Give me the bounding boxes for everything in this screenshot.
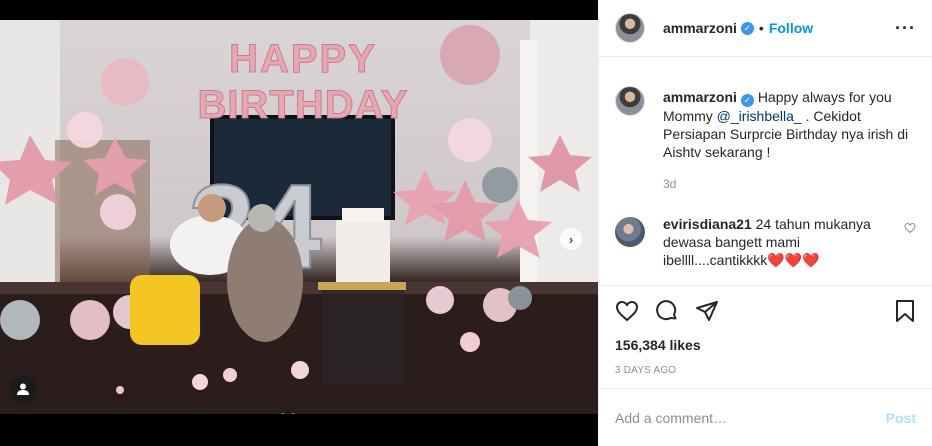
carousel-indicator xyxy=(280,413,296,414)
caption-mention[interactable]: @_irishbella_ xyxy=(717,108,802,124)
avatar[interactable] xyxy=(615,13,645,43)
chevron-right-icon: › xyxy=(568,231,574,247)
post-button[interactable]: Post xyxy=(886,410,916,426)
caption-time[interactable]: 3d xyxy=(663,175,916,193)
comment-bubble-icon[interactable] xyxy=(655,299,679,323)
post-side-panel: ammarzoni ✓ • Follow ··· ammarzoni ✓ Happ… xyxy=(598,0,932,446)
comment-username[interactable]: evirisdiana21 xyxy=(663,216,752,232)
post-photo[interactable]: HAPPY BIRTHDAY 24 › xyxy=(0,20,598,414)
carousel-dot-active xyxy=(280,413,286,414)
user-icon xyxy=(17,383,29,395)
user-tags-button[interactable] xyxy=(9,375,37,403)
comment-avatar[interactable] xyxy=(615,216,645,247)
caption-username[interactable]: ammarzoni xyxy=(663,89,737,105)
balloon-text-happy: HAPPY xyxy=(229,37,377,81)
verified-badge-icon: ✓ xyxy=(740,93,754,107)
caption: ammarzoni ✓ Happy always for you Mommy @_… xyxy=(615,72,916,193)
comment-text: evirisdiana21 24 tahun mukanya dewasa ba… xyxy=(663,215,893,269)
next-photo-button[interactable]: › xyxy=(560,228,582,250)
like-comment-heart-icon[interactable] xyxy=(904,221,916,239)
comment-composer: Post xyxy=(599,388,932,446)
comment-input[interactable] xyxy=(615,409,886,426)
bookmark-icon[interactable] xyxy=(894,299,916,323)
follow-button[interactable]: Follow xyxy=(769,20,813,36)
more-horizontal-icon[interactable]: ··· xyxy=(895,18,916,39)
header-username[interactable]: ammarzoni xyxy=(663,20,737,36)
posted-time[interactable]: 3 DAYS AGO xyxy=(615,365,676,376)
share-paper-plane-icon[interactable] xyxy=(695,299,719,323)
comment-emoji: ❤️❤️❤️ xyxy=(767,251,820,268)
carousel-dot xyxy=(290,413,296,414)
caption-text: ammarzoni ✓ Happy always for you Mommy @_… xyxy=(663,88,916,193)
caption-avatar[interactable] xyxy=(615,86,645,116)
comments-list: ammarzoni ✓ Happy always for you Mommy @_… xyxy=(615,72,916,269)
header-separator: • xyxy=(758,20,764,36)
birthday-scene: HAPPY BIRTHDAY 24 xyxy=(0,20,598,414)
verified-badge-icon: ✓ xyxy=(740,21,754,35)
balloon-text-birthday: BIRTHDAY xyxy=(198,83,409,127)
likes-count[interactable]: 156,384 likes xyxy=(615,337,701,353)
action-bar xyxy=(599,285,932,335)
post-media: HAPPY BIRTHDAY 24 › xyxy=(0,0,598,446)
like-heart-icon[interactable] xyxy=(615,299,639,323)
post-header: ammarzoni ✓ • Follow ··· xyxy=(599,0,932,57)
comment-item: evirisdiana21 24 tahun mukanya dewasa ba… xyxy=(615,215,916,269)
